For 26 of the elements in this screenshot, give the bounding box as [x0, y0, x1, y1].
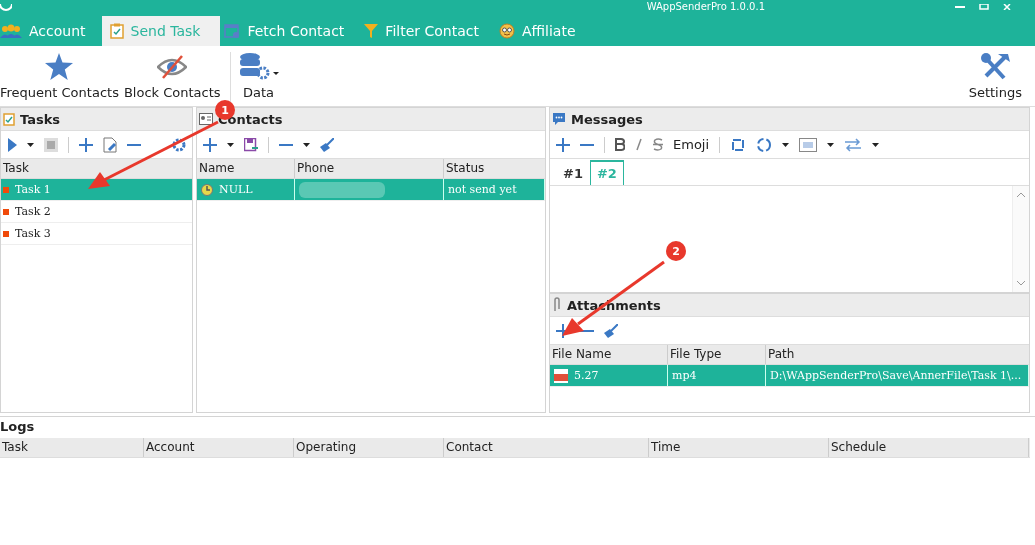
task-row[interactable]: Task 2 [1, 201, 192, 223]
column-header[interactable]: Task [0, 438, 144, 457]
column-header[interactable]: File Name [550, 345, 668, 364]
panel-title: Tasks [20, 111, 61, 127]
column-header[interactable]: File Type [668, 345, 766, 364]
panel-title: Logs [0, 418, 36, 436]
column-header[interactable]: Path [766, 345, 1029, 364]
column-header[interactable]: Account [144, 438, 294, 457]
column-header[interactable]: Task [1, 159, 192, 178]
column-header[interactable]: Schedule [829, 438, 1029, 457]
panel-title: Messages [571, 111, 643, 127]
window-title: WAppSenderPro 1.0.0.1 [646, 1, 765, 12]
column-header[interactable]: Operating [294, 438, 444, 457]
table-cell: not send yet [444, 179, 545, 200]
table-cell: D:\WAppSenderPro\Save\AnnerFile\Task 1\... [766, 365, 1029, 386]
table-cell: NULL [197, 179, 295, 200]
column-header[interactable]: Status [444, 159, 545, 178]
emoji-button[interactable]: Emoji [673, 137, 710, 152]
message-tab[interactable]: #1 [556, 161, 590, 185]
table-cell: mp4 [668, 365, 766, 386]
task-row[interactable]: Task 3 [1, 223, 192, 245]
column-header[interactable]: Phone [295, 159, 444, 178]
table-cell: 5.27 [550, 365, 668, 386]
column-header[interactable]: Time [649, 438, 829, 457]
column-header[interactable]: Contact [444, 438, 649, 457]
column-header[interactable]: Name [197, 159, 295, 178]
